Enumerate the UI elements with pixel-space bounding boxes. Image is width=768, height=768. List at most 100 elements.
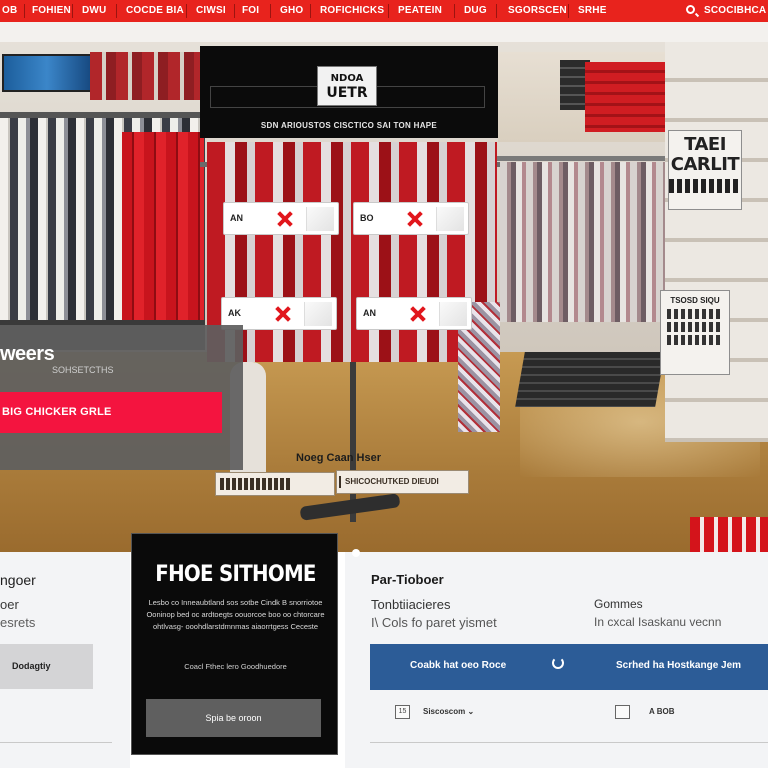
nav-separator — [186, 4, 187, 18]
brand-logo-line2: UETR — [326, 85, 368, 101]
column-one-text: I\ Cols fo paret yismet — [371, 615, 497, 630]
tag-fold — [439, 302, 467, 326]
close-x-icon[interactable] — [406, 210, 424, 228]
nav-item-sgorscen[interactable]: SGORSCEN — [508, 5, 567, 16]
section-line: oer — [0, 597, 19, 612]
tag-fold — [304, 302, 332, 326]
wall-sign-line1: TAEI — [684, 134, 726, 155]
nav-separator — [454, 4, 455, 18]
tv-screens — [2, 54, 92, 92]
display-table — [515, 352, 665, 407]
close-x-icon[interactable] — [409, 305, 427, 323]
wall-info-text: TSOSD SIQU — [670, 296, 720, 305]
nav-item-cocde-bia[interactable]: COCDE BIA — [126, 5, 184, 16]
right-clothing-rail — [495, 156, 670, 161]
top-left-shelf — [90, 52, 200, 100]
action-left-link[interactable]: Coabk hat oeo Roce — [410, 660, 506, 671]
price-tag-label: BO — [360, 213, 374, 223]
feature-card: FHOE SITHOME Lesbo co Inneaubtland sos s… — [131, 533, 338, 755]
promo-banner[interactable]: NDOA UETR SDN ARIOUSTOS CISCTICO SAI TON… — [200, 46, 498, 138]
rack-price-tag[interactable]: BO — [353, 202, 469, 235]
price-tag-label: AK — [228, 308, 241, 318]
hero-cta-button[interactable]: BIG CHICKER GRLE — [0, 392, 222, 433]
wall-info-sign: TSOSD SIQU — [660, 290, 730, 375]
store-ceiling — [0, 22, 768, 42]
red-display-items — [690, 517, 768, 552]
hero-overlay-panel: weers SOHSETCTHS BIG CHICKER GRLE — [0, 325, 243, 470]
nav-item-fohien[interactable]: FOHIEN — [32, 5, 71, 16]
nav-item-dug[interactable]: DUG — [464, 5, 487, 16]
nav-item-srhe[interactable]: SRHE — [578, 5, 607, 16]
nav-separator — [310, 4, 311, 18]
nav-separator — [388, 4, 389, 18]
nav-separator — [24, 4, 25, 18]
section-line: esrets — [0, 615, 36, 630]
floor-card-right: SHICOCHUTKED DIEUDI — [336, 470, 469, 494]
tag-fold — [306, 207, 334, 231]
column-one-heading: Tonbtiiacieres — [371, 597, 451, 612]
wall-sign-line2: CARLIT — [670, 154, 740, 175]
tag-fold — [436, 207, 464, 231]
nav-item-ob[interactable]: OB — [2, 5, 17, 16]
nav-item-ciwsi[interactable]: CIWSI — [196, 5, 226, 16]
search-icon[interactable] — [686, 5, 695, 14]
brand-logo: NDOA UETR — [317, 66, 377, 106]
close-x-icon[interactable] — [274, 305, 292, 323]
action-bar: Coabk hat oeo Roce Scrhed ha Hostkange J… — [370, 644, 768, 690]
filter-label[interactable]: A BOB — [649, 707, 674, 716]
refresh-icon[interactable] — [552, 657, 564, 669]
wall-sign-barcode — [669, 179, 741, 193]
nav-separator — [496, 4, 497, 18]
floor-card-left — [215, 472, 335, 496]
right-clothing-rack — [500, 162, 665, 322]
section-title: ngoer — [0, 572, 36, 588]
close-x-icon[interactable] — [276, 210, 294, 228]
column-two-text: In cxcal Isaskanu vecnn — [594, 615, 722, 629]
brand-logo-line1: NDOA — [330, 73, 364, 84]
account-link[interactable]: SCOCIBHCA — [704, 5, 766, 16]
divider — [0, 742, 112, 743]
red-garments — [122, 132, 204, 322]
price-tag-label: AN — [230, 213, 243, 223]
wall-info-barcode — [667, 322, 723, 332]
right-wall-shelving — [665, 42, 768, 442]
nav-item-foi[interactable]: FOI — [242, 5, 259, 16]
chevron-down-icon: ⌄ — [467, 707, 475, 716]
bottom-right-section: Par-Tioboer Tonbtiiacieres I\ Cols fo pa… — [345, 552, 768, 768]
nav-separator — [234, 4, 235, 18]
wall-info-barcode — [667, 309, 723, 319]
rack-price-tag[interactable]: AN — [223, 202, 339, 235]
folded-red-stack — [585, 62, 670, 132]
sort-dropdown[interactable]: Siscoscom ⌄ — [423, 707, 474, 716]
section-title: Par-Tioboer — [371, 572, 444, 587]
carousel-dot[interactable] — [352, 549, 360, 557]
hero-heading: weers — [0, 343, 55, 365]
feature-button[interactable]: Spia be oroon — [146, 699, 321, 737]
calendar-icon[interactable]: 15 — [395, 705, 410, 719]
floor-sign-label: Noeg Caan Hser — [296, 452, 381, 464]
promo-tagline: SDN ARIOUSTOS CISCTICO SAI TON HAPE — [260, 121, 438, 130]
nav-separator — [568, 4, 569, 18]
rack-pole — [350, 362, 356, 522]
action-right-link[interactable]: Scrhed ha Hostkange Jem — [616, 660, 741, 671]
section-button[interactable]: Dodagtiy — [0, 644, 93, 689]
nav-separator — [72, 4, 73, 18]
rack-price-tag[interactable]: AN — [356, 297, 472, 330]
column-two-heading: Gommes — [594, 597, 643, 611]
price-tag-label: AN — [363, 308, 376, 318]
nav-item-dwu[interactable]: DWU — [82, 5, 106, 16]
divider — [370, 742, 768, 743]
bottom-left-section: ngoer oer esrets Dodagtiy — [0, 552, 130, 768]
nav-item-peatein[interactable]: PEATEIN — [398, 5, 442, 16]
nav-item-roficicks[interactable]: ROFICHICKS — [320, 5, 384, 16]
feature-body: Lesbo co Inneaubtland sos sotbe Cindk B … — [146, 598, 325, 631]
nav-separator — [270, 4, 271, 18]
sort-dropdown-label: Siscoscom — [423, 707, 466, 716]
feature-title: FHOE SITHOME — [155, 562, 316, 587]
floor-card-barcode — [220, 478, 290, 490]
grid-icon[interactable] — [615, 705, 630, 719]
wall-info-barcode — [667, 335, 723, 345]
hero-subtext: SOHSETCTHS — [52, 365, 114, 375]
top-nav-bar: OB FOHIEN DWU COCDE BIA CIWSI FOI GHO RO… — [0, 0, 768, 22]
nav-item-gho[interactable]: GHO — [280, 5, 303, 16]
